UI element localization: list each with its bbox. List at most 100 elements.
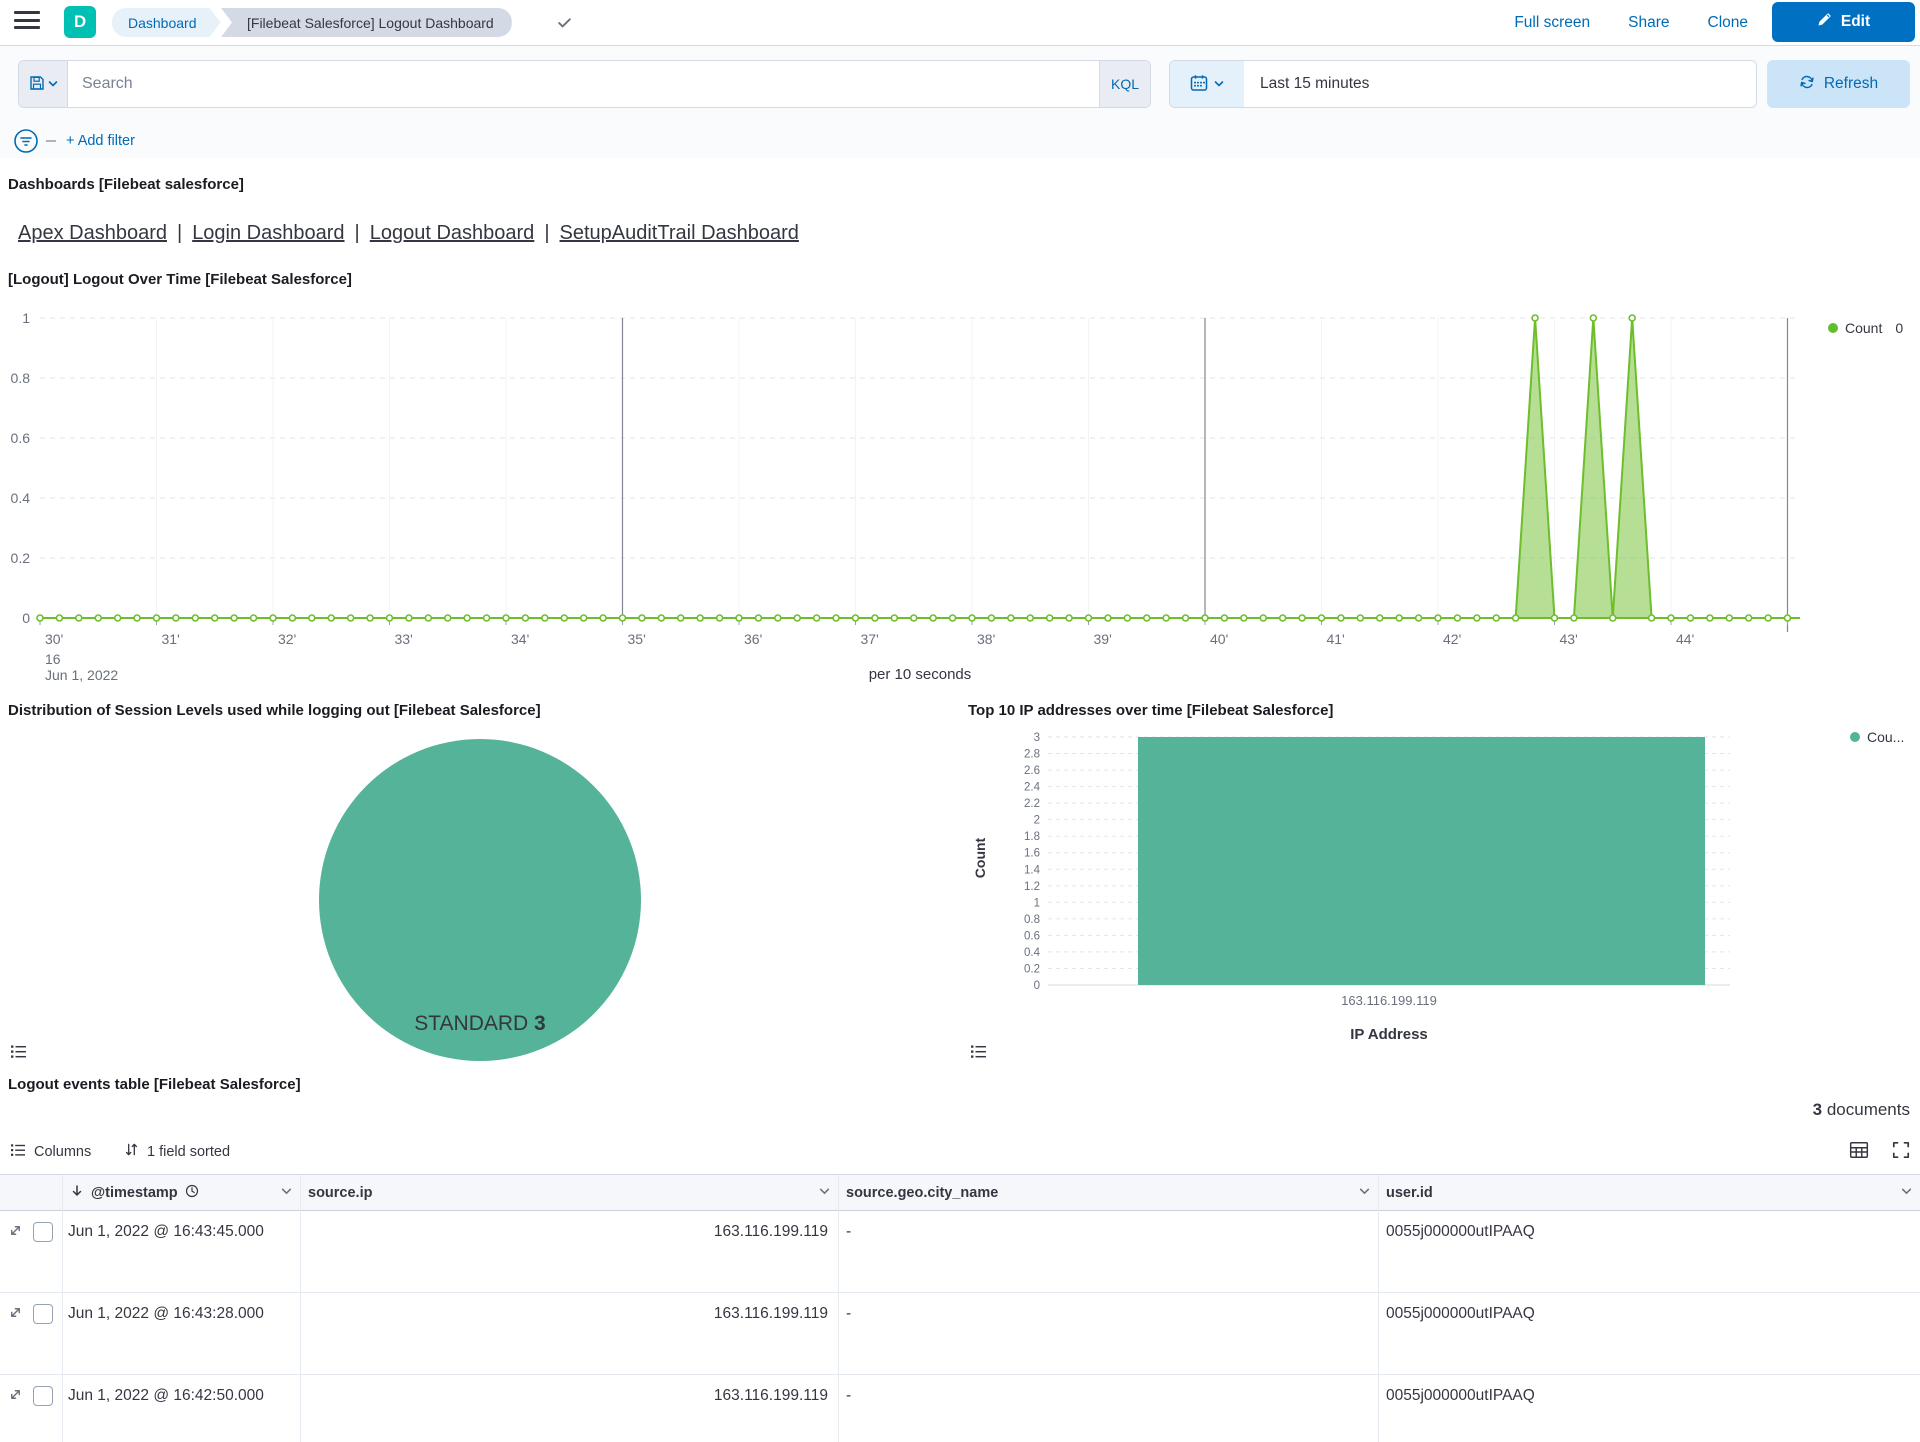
top-navigation-bar: D Dashboard [Filebeat Salesforce] Logout… <box>0 0 1920 46</box>
table-row: Jun 1, 2022 @ 16:43:45.000 163.116.199.1… <box>0 1211 1920 1293</box>
source-ip-cell: 163.116.199.119 <box>300 1223 828 1241</box>
svg-text:39': 39' <box>1094 631 1112 647</box>
logout-over-time-title: [Logout] Logout Over Time [Filebeat Sale… <box>8 271 352 288</box>
svg-text:0.4: 0.4 <box>11 490 31 506</box>
row-checkbox[interactable] <box>33 1304 53 1324</box>
area-xaxis-title: per 10 seconds <box>0 666 1840 683</box>
setupaudittrail-dashboard-link[interactable]: SetupAuditTrail Dashboard <box>560 222 799 244</box>
svg-text:43': 43' <box>1560 631 1578 647</box>
user-id-cell: 0055j000000utIPAAQ <box>1386 1387 1535 1405</box>
bar-category-label: 163.116.199.119 <box>1048 993 1730 1008</box>
filter-icon <box>12 142 40 158</box>
svg-text:0.6: 0.6 <box>11 430 31 446</box>
app-logo[interactable]: D <box>64 6 96 38</box>
chevron-down-icon <box>1214 76 1224 92</box>
search-input[interactable] <box>68 61 1099 107</box>
column-header-timestamp[interactable]: @timestamp <box>62 1174 300 1211</box>
date-picker-button[interactable] <box>1170 61 1244 107</box>
svg-text:0.6: 0.6 <box>1024 930 1040 942</box>
link-separator: | <box>167 222 192 244</box>
svg-text:3: 3 <box>1034 732 1040 744</box>
chevron-down-icon <box>281 1185 292 1201</box>
breadcrumb-root[interactable]: Dashboard <box>112 8 221 37</box>
top-ip-title: Top 10 IP addresses over time [Filebeat … <box>968 702 1333 719</box>
filter-divider <box>46 140 56 142</box>
source-ip-cell: 163.116.199.119 <box>300 1305 828 1323</box>
saved-check-icon <box>556 14 573 34</box>
logout-over-time-chart[interactable]: 00.20.40.60.8130'31'32'33'34'35'36'37'38… <box>0 306 1920 686</box>
svg-text:41': 41' <box>1327 631 1345 647</box>
svg-text:44': 44' <box>1676 631 1694 647</box>
saved-query-button[interactable] <box>19 61 68 107</box>
bar-xaxis-title: IP Address <box>1048 1026 1730 1043</box>
top-ip-bar-chart[interactable]: 00.20.40.60.811.21.41.61.822.22.42.62.83 <box>960 724 1920 1060</box>
bar-yaxis-title: Count <box>972 798 988 918</box>
svg-text:1.2: 1.2 <box>1024 881 1040 893</box>
chevron-down-icon <box>48 76 58 92</box>
pie-slice-label: STANDARD 3 <box>319 1012 641 1036</box>
svg-text:2.4: 2.4 <box>1024 782 1041 794</box>
svg-text:1: 1 <box>1034 897 1040 909</box>
time-picker: Last 15 minutes <box>1169 60 1757 108</box>
svg-text:0.8: 0.8 <box>1024 914 1040 926</box>
filter-options-button[interactable] <box>12 127 40 155</box>
full-screen-link[interactable]: Full screen <box>1514 14 1590 32</box>
expand-row-icon[interactable] <box>8 1387 24 1403</box>
svg-text:2.6: 2.6 <box>1024 765 1040 777</box>
sort-fields-button[interactable]: 1 field sorted <box>124 1142 230 1161</box>
column-header-city-name[interactable]: source.geo.city_name <box>838 1174 1378 1211</box>
table-grid-icon <box>1849 1140 1869 1163</box>
svg-text:35': 35' <box>628 631 646 647</box>
svg-text:1.4: 1.4 <box>1024 864 1041 876</box>
svg-text:36': 36' <box>744 631 762 647</box>
svg-text:38': 38' <box>977 631 995 647</box>
timestamp-cell: Jun 1, 2022 @ 16:42:50.000 <box>68 1387 264 1405</box>
column-header-user-id[interactable]: user.id <box>1378 1174 1920 1211</box>
expand-row-icon[interactable] <box>8 1305 24 1321</box>
svg-text:33': 33' <box>395 631 413 647</box>
svg-text:0: 0 <box>1034 980 1040 992</box>
documents-count: 3 documents <box>1813 1100 1910 1120</box>
login-dashboard-link[interactable]: Login Dashboard <box>192 222 344 244</box>
svg-text:0.2: 0.2 <box>11 550 31 566</box>
save-query-icon <box>29 75 45 94</box>
chevron-down-icon <box>1359 1185 1370 1201</box>
time-range-button[interactable]: Last 15 minutes <box>1244 61 1756 107</box>
expand-row-icon[interactable] <box>8 1223 24 1239</box>
svg-text:32': 32' <box>278 631 296 647</box>
add-filter-button[interactable]: + Add filter <box>66 133 135 149</box>
refresh-button[interactable]: Refresh <box>1767 60 1910 108</box>
svg-text:1: 1 <box>22 310 30 326</box>
display-options-button[interactable] <box>1848 1140 1870 1162</box>
calendar-icon <box>1190 74 1208 95</box>
legend-toggle-icon[interactable] <box>10 1043 28 1061</box>
table-row: Jun 1, 2022 @ 16:42:50.000 163.116.199.1… <box>0 1375 1920 1442</box>
breadcrumb-current[interactable]: [Filebeat Salesforce] Logout Dashboard <box>221 8 512 37</box>
column-header-source-ip[interactable]: source.ip <box>300 1174 838 1211</box>
svg-text:2.2: 2.2 <box>1024 798 1040 810</box>
svg-text:34': 34' <box>511 631 529 647</box>
svg-text:16: 16 <box>45 651 61 667</box>
edit-button[interactable]: Edit <box>1772 2 1915 42</box>
sort-desc-icon <box>70 1184 84 1202</box>
svg-text:1.8: 1.8 <box>1024 831 1040 843</box>
svg-text:0.2: 0.2 <box>1024 963 1040 975</box>
clock-icon <box>185 1184 199 1202</box>
logout-dashboard-link[interactable]: Logout Dashboard <box>370 222 535 244</box>
share-link[interactable]: Share <box>1628 14 1669 32</box>
timestamp-cell: Jun 1, 2022 @ 16:43:45.000 <box>68 1223 264 1241</box>
legend-toggle-icon[interactable] <box>970 1043 988 1061</box>
grid-fullscreen-button[interactable] <box>1890 1140 1912 1162</box>
columns-button[interactable]: Columns <box>10 1142 91 1162</box>
apex-dashboard-link[interactable]: Apex Dashboard <box>18 222 167 244</box>
menu-icon[interactable] <box>14 11 40 33</box>
clone-link[interactable]: Clone <box>1708 14 1749 32</box>
kql-button[interactable]: KQL <box>1099 61 1150 107</box>
row-checkbox[interactable] <box>33 1222 53 1242</box>
link-separator: | <box>345 222 370 244</box>
search-bar: KQL <box>18 60 1151 108</box>
sort-icon <box>124 1142 139 1161</box>
columns-icon <box>10 1142 26 1162</box>
city-name-cell: - <box>846 1305 851 1323</box>
row-checkbox[interactable] <box>33 1386 53 1406</box>
